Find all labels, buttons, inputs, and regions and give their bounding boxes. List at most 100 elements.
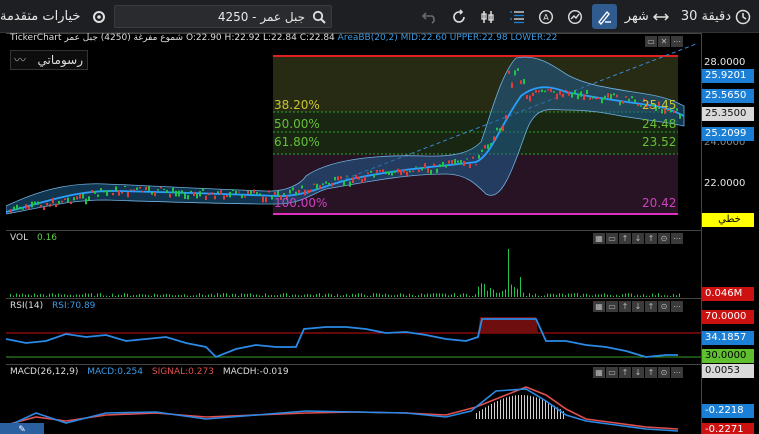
settings-icon[interactable]: ▦ xyxy=(593,301,605,312)
candle xyxy=(256,192,258,195)
volume-bar xyxy=(106,295,107,297)
volume-bar xyxy=(139,294,140,297)
symbol-search-box[interactable] xyxy=(114,5,332,28)
settings-icon[interactable]: ▦ xyxy=(593,233,605,244)
volume-bar xyxy=(616,294,617,297)
volume-bar xyxy=(547,293,548,297)
minimize-icon[interactable]: ▭ xyxy=(645,36,657,47)
volume-bar xyxy=(217,293,218,297)
more-icon[interactable]: ⋯ xyxy=(671,36,683,47)
macd-hist-bar xyxy=(494,402,495,419)
candle xyxy=(166,190,168,193)
candle xyxy=(436,168,438,174)
close-icon[interactable]: ⊙ xyxy=(658,301,670,312)
candle xyxy=(457,160,459,163)
move-down-icon[interactable]: ↓ xyxy=(632,301,644,312)
candle xyxy=(511,82,513,89)
ohlc-close: C:22.84 xyxy=(299,33,335,43)
candle xyxy=(190,190,192,193)
candle xyxy=(265,197,267,203)
candle xyxy=(271,195,273,200)
auto-icon[interactable]: A xyxy=(534,4,559,29)
search-icon[interactable] xyxy=(308,6,330,27)
volume-bar xyxy=(364,294,365,297)
indicators-icon[interactable] xyxy=(476,4,501,29)
price-panel[interactable]: TickerChart شموع مفرغة (4250) جبل عمر O:… xyxy=(6,33,701,230)
candle xyxy=(487,144,489,149)
undo-icon[interactable] xyxy=(418,4,443,29)
volume-bar xyxy=(319,293,320,297)
minimize-icon[interactable]: ▭ xyxy=(606,233,618,244)
candle xyxy=(52,197,54,204)
candle xyxy=(238,191,240,193)
volume-bar xyxy=(628,293,629,297)
volume-bar xyxy=(118,294,119,297)
maximize-icon[interactable]: ↑ xyxy=(645,367,657,378)
volume-bar xyxy=(295,294,296,297)
candle xyxy=(82,193,84,199)
fibonacci-icon[interactable] xyxy=(505,4,530,29)
minimize-icon[interactable]: ▭ xyxy=(606,367,618,378)
candle xyxy=(169,193,171,198)
volume-bar xyxy=(385,293,386,297)
close-icon[interactable]: ⊙ xyxy=(658,367,670,378)
drawings-label[interactable]: رسوماتي 〰 xyxy=(10,50,88,70)
close-icon[interactable]: ✕ xyxy=(658,36,670,47)
candle xyxy=(637,104,639,107)
advanced-options-menu[interactable]: خيارات متقدمة xyxy=(0,5,111,28)
volume-bar xyxy=(589,295,590,297)
candle xyxy=(556,93,558,100)
candle xyxy=(631,96,633,99)
app-name: TickerChart xyxy=(10,33,62,43)
candle xyxy=(352,177,354,184)
timeframe-selector[interactable]: 30 دقيقة xyxy=(677,4,755,29)
volume-bar xyxy=(478,286,479,297)
volume-bar xyxy=(166,293,167,297)
rsi-panel[interactable]: RSI(14) RSI:70.89 ▦ ▭ ↑ ↓ ↑ ⊙ ⋯ xyxy=(6,298,701,364)
settings-icon[interactable] xyxy=(86,4,111,29)
move-down-icon[interactable]: ↓ xyxy=(632,233,644,244)
move-up-icon[interactable]: ↑ xyxy=(619,367,631,378)
candle xyxy=(223,195,225,200)
drawing-tools-icon[interactable] xyxy=(591,4,617,29)
maximize-icon[interactable]: ↑ xyxy=(645,301,657,312)
candle xyxy=(622,100,624,104)
macd-hist-bar xyxy=(524,395,525,419)
volume-bar xyxy=(412,294,413,297)
more-icon[interactable]: ⋯ xyxy=(671,301,683,312)
more-icon[interactable]: ⋯ xyxy=(671,367,683,378)
minimize-icon[interactable]: ▭ xyxy=(606,301,618,312)
macd-tag-macd: -0.2218 xyxy=(702,404,754,418)
maximize-icon[interactable]: ↑ xyxy=(645,233,657,244)
candle xyxy=(49,203,51,207)
settings-icon[interactable]: ▦ xyxy=(593,367,605,378)
macd-panel[interactable]: MACD(26,12,9) MACD:0.254 SIGNAL:0.273 MA… xyxy=(0,364,701,434)
volume-bar xyxy=(172,295,173,297)
candle xyxy=(103,191,105,193)
volume-bar xyxy=(253,294,254,297)
linear-scale-toggle[interactable]: خطي xyxy=(702,213,754,227)
chat-button[interactable]: ✎ xyxy=(0,423,44,434)
range-selector[interactable]: شهر xyxy=(621,4,673,29)
candle xyxy=(349,181,351,187)
volume-panel[interactable]: VOL 0.16 ▦ ▭ ↑ ↓ ↑ ⊙ ⋯ xyxy=(6,230,701,298)
move-up-icon[interactable]: ↑ xyxy=(619,233,631,244)
close-icon[interactable]: ⊙ xyxy=(658,233,670,244)
refresh-icon[interactable] xyxy=(447,4,472,29)
move-up-icon[interactable]: ↑ xyxy=(619,301,631,312)
price-chart-canvas[interactable] xyxy=(6,34,701,231)
chart-type-icon[interactable] xyxy=(563,4,588,29)
volume-bar xyxy=(640,295,641,297)
candle xyxy=(259,193,261,196)
move-down-icon[interactable]: ↓ xyxy=(632,367,644,378)
volume-bar xyxy=(70,294,71,297)
candle xyxy=(253,189,255,194)
volume-bar xyxy=(211,293,212,297)
candle xyxy=(358,176,360,180)
volume-bar xyxy=(544,295,545,297)
more-icon[interactable]: ⋯ xyxy=(671,233,683,244)
volume-bar xyxy=(409,293,410,297)
volume-bar xyxy=(376,293,377,297)
symbol-search-input[interactable] xyxy=(119,8,305,25)
volume-bar xyxy=(574,293,575,297)
